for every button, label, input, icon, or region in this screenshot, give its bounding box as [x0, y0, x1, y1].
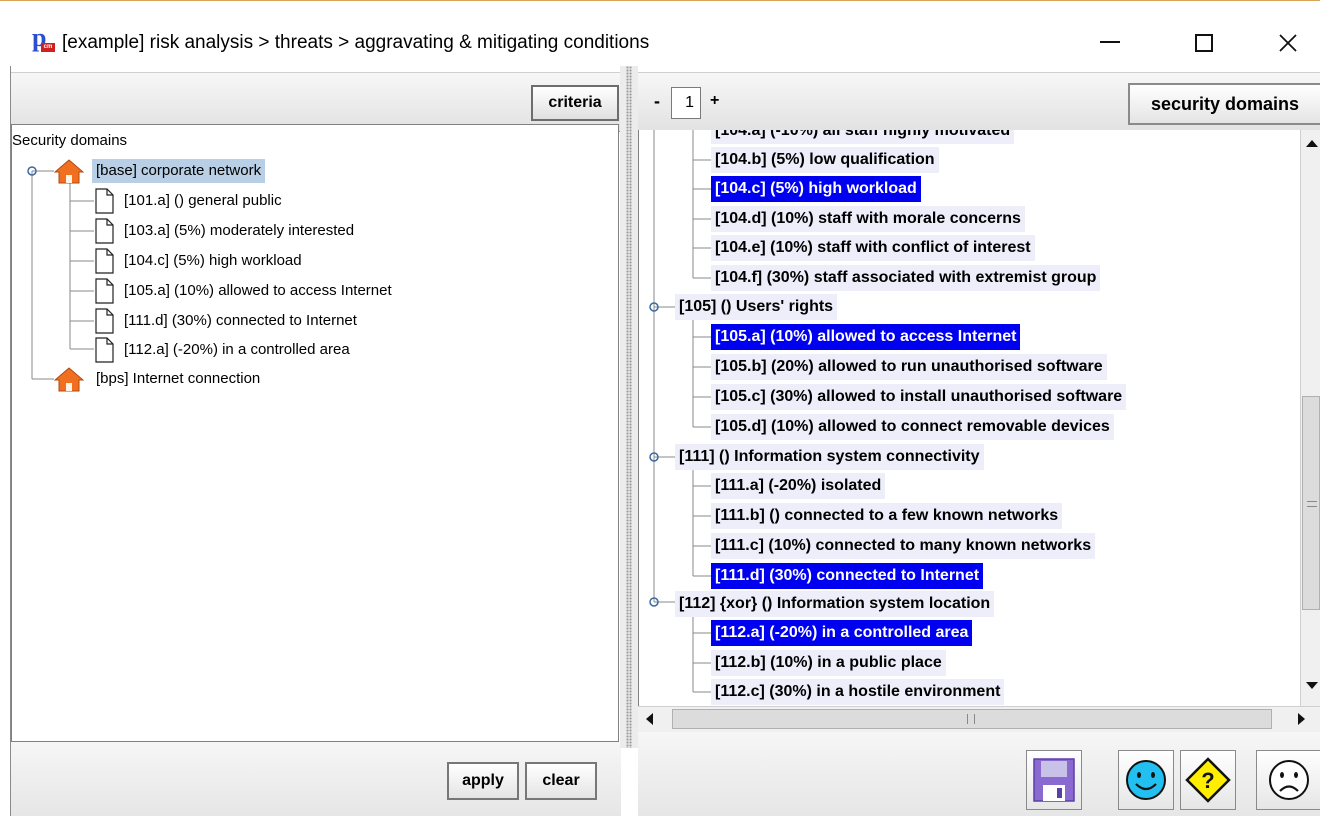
- condition-112a[interactable]: [112.a] (-20%) in a controlled area: [711, 618, 973, 648]
- document-icon: [95, 308, 114, 334]
- left-button-bar: apply clear: [11, 742, 621, 816]
- right-pane: - 1 + security domains [104.a] (-10%) al…: [638, 66, 1320, 816]
- title-bar: p cm [example] risk analysis > threats > …: [0, 0, 1320, 66]
- splitter-grip: [626, 66, 632, 748]
- maximize-icon: [1195, 34, 1213, 52]
- left-pane: criteria Security domains [base] corpora…: [10, 66, 621, 816]
- zoom-level-field[interactable]: 1: [671, 87, 701, 119]
- zoom-decrease-button[interactable]: -: [654, 91, 660, 112]
- left-toolbar: criteria: [11, 72, 621, 132]
- help-sign-icon: ?: [1185, 757, 1231, 803]
- conditions-tree[interactable]: [104.a] (-10%) all staff highly motivate…: [638, 130, 1300, 706]
- tree-leaf-111d[interactable]: [111.d] (30%) connected to Internet: [94, 306, 361, 336]
- horizontal-scrollbar[interactable]: [638, 706, 1320, 732]
- tree-node-base-corporate-network[interactable]: [base] corporate network: [54, 156, 266, 186]
- horizontal-scroll-thumb[interactable]: [672, 709, 1272, 729]
- close-icon: [1279, 34, 1297, 52]
- condition-104b[interactable]: [104.b] (5%) low qualification: [711, 145, 939, 175]
- condition-105c[interactable]: [105.c] (30%) allowed to install unautho…: [711, 382, 1127, 412]
- condition-112c[interactable]: [112.c] (30%) in a hostile environment: [711, 677, 1005, 706]
- tree-leaf-112a[interactable]: [112.a] (-20%) in a controlled area: [94, 335, 354, 365]
- condition-111a[interactable]: [111.a] (-20%) isolated: [711, 471, 886, 501]
- scroll-grip: [1307, 501, 1317, 507]
- condition-111b[interactable]: [111.b] () connected to a few known netw…: [711, 501, 1063, 531]
- condition-104f[interactable]: [104.f] (30%) staff associated with extr…: [711, 263, 1101, 293]
- tree-leaf-104c[interactable]: [104.c] (5%) high workload: [94, 246, 306, 276]
- condition-104d[interactable]: [104.d] (10%) staff with morale concerns: [711, 204, 1025, 234]
- condition-112b[interactable]: [112.b] (10%) in a public place: [711, 648, 946, 678]
- criteria-button[interactable]: criteria: [531, 85, 619, 121]
- accept-button[interactable]: [1118, 750, 1174, 810]
- tree-leaf-103a[interactable]: [103.a] (5%) moderately interested: [94, 216, 358, 246]
- scroll-up-arrow-icon[interactable]: [1306, 140, 1318, 147]
- tree-leaf-105a[interactable]: [105.a] (10%) allowed to access Internet: [94, 276, 396, 306]
- home-icon: [54, 159, 84, 184]
- condition-104e[interactable]: [104.e] (10%) staff with conflict of int…: [711, 233, 1035, 263]
- reject-button[interactable]: [1256, 750, 1320, 810]
- save-icon: [1033, 758, 1075, 802]
- group-105-users-rights[interactable]: [105] () Users' rights: [675, 292, 838, 322]
- security-domains-button[interactable]: security domains: [1128, 83, 1320, 125]
- zoom-increase-button[interactable]: +: [710, 92, 719, 110]
- scroll-left-arrow-icon[interactable]: [646, 713, 653, 725]
- security-domains-tree[interactable]: Security domains [base] corporate networ…: [11, 124, 619, 742]
- minimize-icon: [1100, 41, 1120, 43]
- tree-root-label: Security domains: [12, 132, 128, 149]
- tree-leaf-101a[interactable]: [101.a] () general public: [94, 186, 286, 216]
- scroll-down-arrow-icon[interactable]: [1306, 682, 1318, 689]
- condition-105b[interactable]: [105.b] (20%) allowed to run unauthorise…: [711, 352, 1107, 382]
- save-button[interactable]: [1026, 750, 1082, 810]
- vertical-scrollbar[interactable]: [1300, 130, 1320, 706]
- home-icon: [54, 367, 84, 392]
- condition-104c[interactable]: [104.c] (5%) high workload: [711, 174, 921, 204]
- sad-face-icon: [1268, 760, 1309, 800]
- condition-111c[interactable]: [111.c] (10%) connected to many known ne…: [711, 531, 1096, 561]
- clear-button[interactable]: clear: [525, 762, 597, 800]
- app-logo-icon: p cm: [32, 25, 56, 53]
- tree-node-bps-internet-connection[interactable]: [bps] Internet connection: [54, 364, 264, 394]
- document-icon: [95, 337, 114, 363]
- happy-face-icon: [1126, 760, 1166, 800]
- apply-button[interactable]: apply: [447, 762, 519, 800]
- maximize-button[interactable]: [1172, 19, 1236, 63]
- condition-111d[interactable]: [111.d] (30%) connected to Internet: [711, 561, 984, 591]
- document-icon: [95, 218, 114, 244]
- condition-105a[interactable]: [105.a] (10%) allowed to access Internet: [711, 322, 1021, 352]
- scroll-right-arrow-icon[interactable]: [1298, 713, 1305, 725]
- document-icon: [95, 188, 114, 214]
- minimize-button[interactable]: [1078, 19, 1142, 63]
- right-toolbar: - 1 + security domains: [638, 72, 1320, 132]
- right-button-bar: ?: [638, 732, 1320, 816]
- condition-104a[interactable]: [104.a] (-10%) all staff highly motivate…: [711, 130, 1015, 146]
- document-icon: [95, 248, 114, 274]
- svg-text:?: ?: [1201, 768, 1214, 793]
- help-button[interactable]: ?: [1180, 750, 1236, 810]
- window-title: [example] risk analysis > threats > aggr…: [62, 32, 650, 53]
- pane-splitter[interactable]: [620, 66, 638, 748]
- condition-105d[interactable]: [105.d] (10%) allowed to connect removab…: [711, 412, 1114, 442]
- scroll-grip: [967, 714, 975, 724]
- group-112-location[interactable]: [112] {xor} () Information system locati…: [675, 589, 995, 619]
- close-button[interactable]: [1256, 19, 1320, 63]
- group-111-connectivity[interactable]: [111] () Information system connectivity: [675, 442, 984, 472]
- vertical-scroll-thumb[interactable]: [1302, 396, 1320, 610]
- document-icon: [95, 278, 114, 304]
